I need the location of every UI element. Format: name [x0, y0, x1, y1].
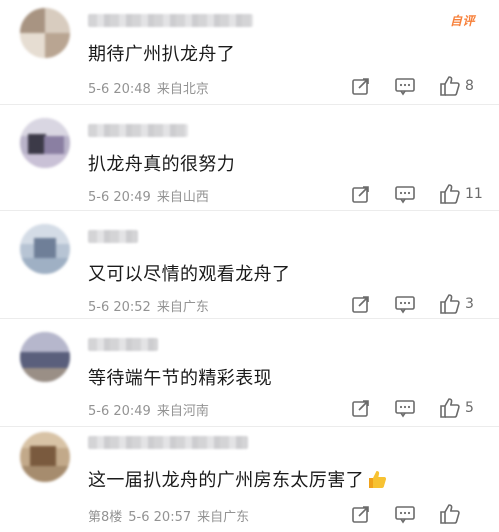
comment-location: 来自北京 [156, 82, 209, 97]
avatar[interactable] [20, 432, 70, 482]
thumbs-up-icon [440, 398, 460, 418]
comment-location: 来自山西 [156, 190, 209, 205]
comment-location: 来自广东 [197, 510, 250, 525]
share-button[interactable] [351, 396, 371, 420]
comment-item: 又可以尽情的观看龙舟了 5-6 20:52 来自广东 3 [0, 210, 499, 318]
username[interactable] [88, 338, 158, 351]
avatar[interactable] [20, 8, 70, 58]
comment-time: 5-6 20:49 [88, 404, 151, 419]
share-button[interactable] [351, 74, 371, 98]
comment-time: 5-6 20:49 [88, 190, 151, 205]
comment-item: 扒龙舟真的很努力 5-6 20:49 来自山西 11 [0, 104, 499, 210]
comment-time: 5-6 20:52 [88, 300, 151, 315]
comment-time: 5-6 20:57 [128, 510, 192, 525]
comment-item: 自评 期待广州扒龙舟了 5-6 20:48 来自北京 8 [0, 0, 499, 104]
comment-text: 期待广州扒龙舟了 [88, 44, 236, 65]
like-button[interactable]: 5 [439, 396, 474, 420]
comment-meta: 5-6 20:48 来自北京 [88, 78, 215, 97]
comment-item: 等待端午节的精彩表现 5-6 20:49 来自河南 5 [0, 318, 499, 426]
like-button[interactable]: 8 [439, 74, 474, 98]
username[interactable] [88, 230, 138, 243]
avatar[interactable] [20, 224, 70, 274]
thumbs-up-icon [440, 504, 460, 524]
like-button[interactable]: 11 [439, 182, 483, 206]
comment-text: 这一届扒龙舟的广州房东太厉害了 [88, 466, 388, 492]
reply-button[interactable] [394, 396, 416, 420]
username[interactable] [88, 14, 253, 27]
comment-actions: 3 [334, 292, 499, 316]
reply-button[interactable] [394, 502, 416, 526]
comment-text: 扒龙舟真的很努力 [88, 154, 236, 175]
comment-icon [395, 296, 415, 314]
comment-icon [395, 78, 415, 96]
comment-actions: 8 [334, 74, 499, 98]
like-button[interactable]: 3 [439, 292, 474, 316]
username[interactable] [88, 124, 188, 137]
share-icon [352, 400, 369, 417]
username[interactable] [88, 436, 248, 449]
comment-actions [334, 502, 499, 526]
share-button[interactable] [351, 182, 371, 206]
like-count: 3 [465, 296, 474, 312]
comment-meta: 第8楼 5-6 20:57 来自广东 [88, 506, 255, 525]
thumbs-up-emoji [369, 471, 387, 488]
avatar[interactable] [20, 118, 70, 168]
comment-text: 等待端午节的精彩表现 [88, 368, 272, 389]
like-button[interactable] [439, 502, 465, 526]
comment-text-content: 这一届扒龙舟的广州房东太厉害了 [88, 470, 364, 491]
share-icon [352, 296, 369, 313]
comment-floor: 第8楼 [88, 510, 123, 525]
share-button[interactable] [351, 502, 371, 526]
comment-text: 又可以尽情的观看龙舟了 [88, 264, 291, 285]
comment-time: 5-6 20:48 [88, 82, 151, 97]
share-icon [352, 506, 369, 523]
comment-icon [395, 400, 415, 418]
comment-meta: 5-6 20:52 来自广东 [88, 296, 215, 315]
comment-item: 这一届扒龙舟的广州房东太厉害了 第8楼 5-6 20:57 来自广东 [0, 426, 499, 532]
thumbs-up-icon [440, 294, 460, 314]
like-count: 8 [465, 78, 474, 94]
like-count: 5 [465, 400, 474, 416]
comment-actions: 5 [334, 396, 499, 420]
reply-button[interactable] [394, 292, 416, 316]
share-button[interactable] [351, 292, 371, 316]
comment-meta: 5-6 20:49 来自河南 [88, 400, 215, 419]
share-icon [352, 78, 369, 95]
comment-actions: 11 [334, 182, 499, 206]
comment-feed: 自评 期待广州扒龙舟了 5-6 20:48 来自北京 8 扒龙舟真的很努力 5-… [0, 0, 499, 532]
comment-icon [395, 186, 415, 204]
share-icon [352, 186, 369, 203]
author-self-comment-badge: 自评 [449, 14, 475, 28]
comment-meta: 5-6 20:49 来自山西 [88, 186, 215, 205]
thumbs-up-icon [440, 76, 460, 96]
comment-location: 来自河南 [156, 404, 209, 419]
reply-button[interactable] [394, 74, 416, 98]
comment-icon [395, 506, 415, 524]
thumbs-up-icon [440, 184, 460, 204]
avatar[interactable] [20, 332, 70, 382]
comment-location: 来自广东 [156, 300, 209, 315]
reply-button[interactable] [394, 182, 416, 206]
like-count: 11 [465, 186, 483, 202]
